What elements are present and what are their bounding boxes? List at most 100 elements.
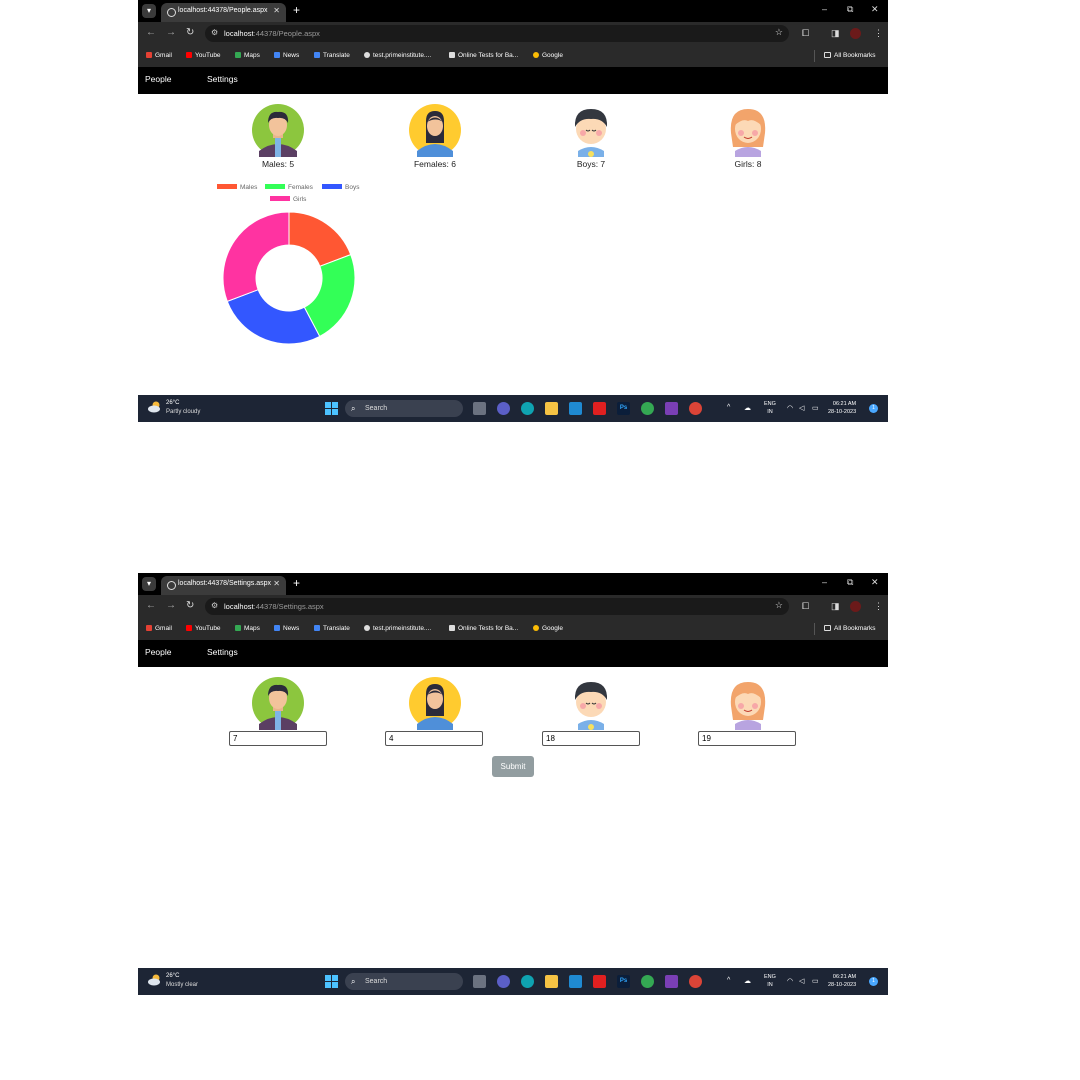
profile-avatar[interactable] [850,28,861,39]
photoshop-icon[interactable]: Ps [617,402,630,415]
bookmark-maps[interactable]: Maps [235,625,260,632]
all-bookmarks[interactable]: All Bookmarks [824,625,876,632]
bookmark-star-icon[interactable]: ☆ [775,600,783,611]
bookmark-maps[interactable]: Maps [235,52,260,59]
extensions-icon[interactable]: ⧠ [802,601,809,612]
volume-icon[interactable]: ◁ [799,977,804,985]
close-tab-icon[interactable]: ✕ [273,6,280,15]
tab-search-icon[interactable]: ▾ [142,577,156,591]
file-explorer-icon[interactable] [545,402,558,415]
legend-item-males[interactable]: Males [217,184,257,191]
task-view-icon[interactable] [473,402,486,415]
close-window-icon[interactable]: ✕ [871,577,879,588]
legend-item-girls[interactable]: Girls [270,196,306,203]
wifi-icon[interactable]: ◠ [787,404,793,412]
bookmark-gmail[interactable]: Gmail [146,52,172,59]
legend-item-boys[interactable]: Boys [322,184,359,191]
minimize-icon[interactable]: – [822,577,827,587]
new-tab-button[interactable]: + [293,576,300,590]
bookmark-star-icon[interactable]: ☆ [775,27,783,38]
bookmark-online-tests[interactable]: Online Tests for Ba... [449,52,518,59]
volume-icon[interactable]: ◁ [799,404,804,412]
input-language[interactable]: ENG IN [764,973,776,989]
back-icon[interactable]: ← [146,600,156,611]
youtube-app-icon[interactable] [593,402,606,415]
edge-icon[interactable] [521,402,534,415]
forward-icon[interactable]: → [166,600,176,611]
input-language[interactable]: ENG IN [764,400,776,416]
weather-icon[interactable] [148,401,162,413]
profile-avatar[interactable] [850,601,861,612]
bookmark-primeinstitute[interactable]: test.primeinstitute.... [364,625,431,632]
site-info-icon[interactable]: ⚙ [211,28,218,37]
new-tab-button[interactable]: + [293,3,300,17]
nav-people-link[interactable]: People [145,647,171,657]
show-hidden-icons-icon[interactable]: ^ [727,977,730,984]
close-tab-icon[interactable]: ✕ [273,579,280,588]
all-bookmarks[interactable]: All Bookmarks [824,52,876,59]
menu-icon[interactable]: ⋮ [874,601,883,612]
bookmark-youtube[interactable]: YouTube [186,625,221,632]
minimize-icon[interactable]: – [822,4,827,14]
browser-tab[interactable]: localhost:44378/People.aspx ✕ [161,3,286,22]
edge-icon[interactable] [521,975,534,988]
menu-icon[interactable]: ⋮ [874,28,883,39]
system-clock[interactable]: 06:21 AM 28-10-2023 [828,973,856,989]
visual-studio-icon[interactable] [665,402,678,415]
reload-icon[interactable]: ↻ [186,600,194,611]
side-panel-icon[interactable]: ◨ [831,601,840,612]
submit-button[interactable]: Submit [492,756,534,777]
donut-slice-boys[interactable] [226,289,321,345]
windows-start-icon[interactable] [325,975,338,988]
chat-icon[interactable] [497,975,510,988]
windows-start-icon[interactable] [325,402,338,415]
bookmark-online-tests[interactable]: Online Tests for Ba... [449,625,518,632]
chrome-active-icon[interactable] [689,402,702,415]
file-explorer-icon[interactable] [545,975,558,988]
browser-tab[interactable]: localhost:44378/Settings.aspx ✕ [161,576,286,595]
photoshop-icon[interactable]: Ps [617,975,630,988]
side-panel-icon[interactable]: ◨ [831,28,840,39]
battery-icon[interactable]: ▭ [812,404,819,412]
site-info-icon[interactable]: ⚙ [211,601,218,610]
bookmark-news[interactable]: News [274,625,299,632]
legend-item-females[interactable]: Females [265,184,313,191]
forward-icon[interactable]: → [166,27,176,38]
bookmark-translate[interactable]: Translate [314,625,350,632]
bookmark-translate[interactable]: Translate [314,52,350,59]
nav-people-link[interactable]: People [145,74,171,84]
close-window-icon[interactable]: ✕ [871,4,879,15]
bookmark-primeinstitute[interactable]: test.primeinstitute.... [364,52,431,59]
show-hidden-icons-icon[interactable]: ^ [727,404,730,411]
notification-icon[interactable]: 1 [869,977,878,986]
chrome-icon[interactable] [641,975,654,988]
address-bar[interactable]: ⚙ localhost:44378/Settings.aspx ☆ [205,598,789,615]
visual-studio-icon[interactable] [665,975,678,988]
boys-count-input[interactable] [542,731,640,746]
bookmark-gmail[interactable]: Gmail [146,625,172,632]
bookmark-google[interactable]: Google [533,52,563,59]
nav-settings-link[interactable]: Settings [207,647,238,657]
weather-icon[interactable] [148,974,162,986]
vscode-icon[interactable] [569,402,582,415]
girls-count-input[interactable] [698,731,796,746]
donut-slice-girls[interactable] [222,211,290,303]
extensions-icon[interactable]: ⧠ [802,28,809,39]
males-count-input[interactable] [229,731,327,746]
back-icon[interactable]: ← [146,27,156,38]
onedrive-icon[interactable]: ☁ [744,977,751,985]
notification-icon[interactable]: 1 [869,404,878,413]
youtube-app-icon[interactable] [593,975,606,988]
taskbar-search[interactable]: ⌕ Search [345,973,463,990]
restore-icon[interactable]: ⧉ [847,577,853,588]
chrome-active-icon[interactable] [689,975,702,988]
bookmark-news[interactable]: News [274,52,299,59]
bookmark-youtube[interactable]: YouTube [186,52,221,59]
bookmark-google[interactable]: Google [533,625,563,632]
tab-search-icon[interactable]: ▾ [142,4,156,18]
chat-icon[interactable] [497,402,510,415]
restore-icon[interactable]: ⧉ [847,4,853,15]
wifi-icon[interactable]: ◠ [787,977,793,985]
nav-settings-link[interactable]: Settings [207,74,238,84]
address-bar[interactable]: ⚙ localhost:44378/People.aspx ☆ [205,25,789,42]
